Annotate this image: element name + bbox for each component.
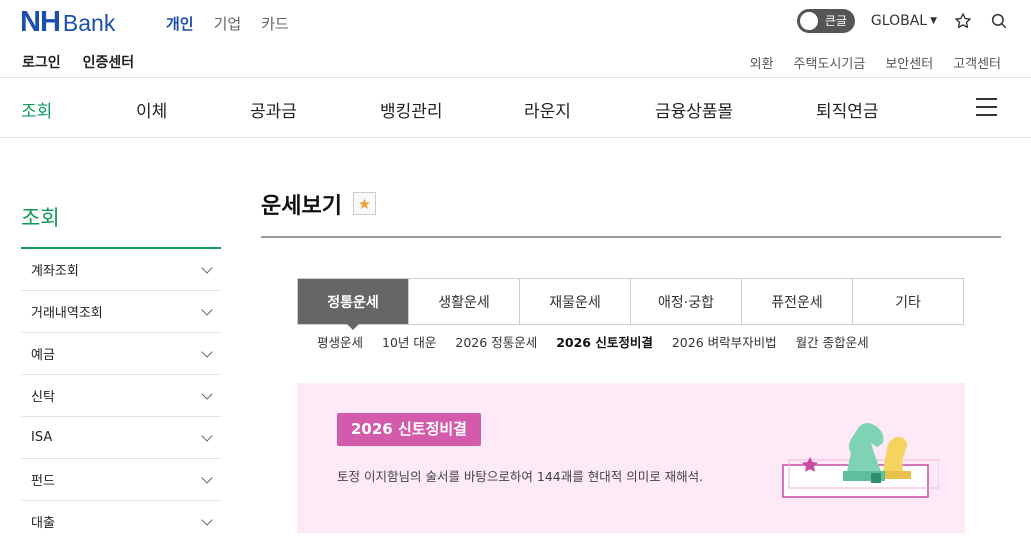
tab-fusion[interactable]: 퓨전운세 [742, 279, 853, 324]
segment-card[interactable]: 카드 [261, 13, 289, 34]
search-icon[interactable] [989, 11, 1009, 31]
cert-center-link[interactable]: 인증센터 [83, 52, 135, 72]
global-label: GLOBAL [870, 13, 928, 29]
chess-pieces-illustration [782, 423, 939, 498]
fortune-banner: 2026 신토정비결 토정 이지함님의 술서를 바탕으로하여 144괘를 현대적… [297, 383, 965, 533]
global-dropdown[interactable]: GLOBAL ▼ [871, 13, 937, 29]
subtab-monthly[interactable]: 월간 종합운세 [796, 332, 869, 351]
sidebar-item-label: 거래내역조회 [31, 306, 103, 321]
sidebar-item-loan[interactable]: 대출 [21, 501, 221, 541]
login-link[interactable]: 로그인 [22, 52, 61, 72]
segment-business[interactable]: 기업 [214, 13, 242, 34]
sidebar-item-label: 예금 [31, 348, 55, 363]
chevron-down-icon [201, 303, 213, 316]
sidebar-item-deposit[interactable]: 예금 [21, 333, 221, 375]
util-link-customer-center[interactable]: 고객센터 [953, 53, 1001, 72]
subtab-10yr[interactable]: 10년 대운 [382, 332, 436, 351]
sidebar-item-label: 대출 [31, 516, 55, 531]
nav-item-product-mall[interactable]: 금융상품몰 [655, 97, 733, 122]
nav-item-lounge[interactable]: 라운지 [524, 97, 571, 122]
chevron-down-icon [201, 513, 213, 526]
subtab-2026-tojeong[interactable]: 2026 신토정비결 [556, 332, 653, 351]
star-icon[interactable] [953, 11, 973, 31]
toggle-knob [799, 12, 818, 30]
sidebar-item-trust[interactable]: 신탁 [21, 375, 221, 417]
auth-links: 로그인 인증센터 [22, 52, 134, 72]
top-right-tools: 큰글 GLOBAL ▼ [796, 9, 1009, 33]
caret-down-icon: ▼ [930, 16, 937, 26]
nh-bank-logo[interactable]: NH Bank [20, 6, 115, 39]
page-title: 운세보기 [261, 194, 342, 219]
logo-nh: NH [20, 6, 61, 38]
segment-nav: 개인 기업 카드 [166, 13, 289, 34]
chevron-down-icon [201, 345, 213, 358]
favorite-star-icon[interactable]: ★ [353, 192, 376, 215]
sidebar-item-label: 신탁 [31, 390, 55, 405]
util-link-security-center[interactable]: 보안센터 [885, 53, 933, 72]
tab-wealth[interactable]: 재물운세 [520, 279, 631, 324]
subtab-lifetime[interactable]: 평생운세 [317, 332, 363, 351]
fortune-tabs: 정통운세 생활운세 재물운세 애정·궁합 퓨전운세 기타 [297, 278, 964, 330]
sidebar-item-label: 펀드 [31, 474, 55, 489]
tab-etc[interactable]: 기타 [853, 279, 963, 324]
title-divider [261, 236, 1001, 238]
chevron-down-icon [201, 261, 213, 274]
banner-title-badge: 2026 신토정비결 [337, 413, 481, 446]
big-text-toggle[interactable]: 큰글 [796, 9, 855, 33]
nav-item-pension[interactable]: 퇴직연금 [816, 97, 879, 122]
chevron-down-icon [201, 471, 213, 484]
tab-life[interactable]: 생활운세 [409, 279, 520, 324]
sidebar-item-isa[interactable]: ISA [21, 417, 221, 459]
main-nav: 조회 이체 공과금 뱅킹관리 라운지 금융상품몰 퇴직연금 [0, 79, 1031, 138]
sidebar-title: 조회 [21, 206, 60, 230]
nav-item-banking-mgmt[interactable]: 뱅킹관리 [380, 97, 443, 122]
subtab-2026-rich[interactable]: 2026 벼락부자비법 [672, 332, 777, 351]
util-link-housing-fund[interactable]: 주택도시기금 [794, 53, 866, 72]
sidebar-item-label: 계좌조회 [31, 264, 79, 279]
sidebar-item-fund[interactable]: 펀드 [21, 459, 221, 501]
sidebar-item-label: ISA [31, 430, 53, 445]
sidebar-item-account[interactable]: 계좌조회 [21, 249, 221, 291]
chevron-down-icon [201, 387, 213, 400]
nav-item-inquiry[interactable]: 조회 [21, 97, 52, 122]
utility-links: 외환 주택도시기금 보안센터 고객센터 [750, 53, 1001, 72]
banner-description: 토정 이지함님의 술서를 바탕으로하여 144괘를 현대적 의미로 재해석. [337, 469, 704, 484]
nav-item-transfer[interactable]: 이체 [136, 97, 167, 122]
sidebar-menu: 계좌조회 거래내역조회 예금 신탁 ISA 펀드 대출 [21, 249, 221, 541]
subtab-2026-traditional[interactable]: 2026 정통운세 [455, 332, 537, 351]
big-text-label: 큰글 [824, 14, 847, 28]
chevron-down-icon [201, 429, 213, 442]
menu-hamburger-icon[interactable] [976, 98, 997, 116]
tab-love-match[interactable]: 애정·궁합 [631, 279, 742, 324]
sidebar-item-history[interactable]: 거래내역조회 [21, 291, 221, 333]
tab-traditional[interactable]: 정통운세 [298, 279, 409, 330]
util-link-forex[interactable]: 외환 [750, 53, 774, 72]
top-header: NH Bank 개인 기업 카드 로그인 인증센터 큰글 GLOBAL ▼ 외환 … [0, 0, 1031, 78]
logo-bank: Bank [62, 10, 116, 36]
fortune-subtabs: 평생운세 10년 대운 2026 정통운세 2026 신토정비결 2026 벼락… [317, 332, 869, 351]
segment-personal[interactable]: 개인 [166, 13, 194, 34]
nav-item-utility-bill[interactable]: 공과금 [250, 97, 297, 122]
